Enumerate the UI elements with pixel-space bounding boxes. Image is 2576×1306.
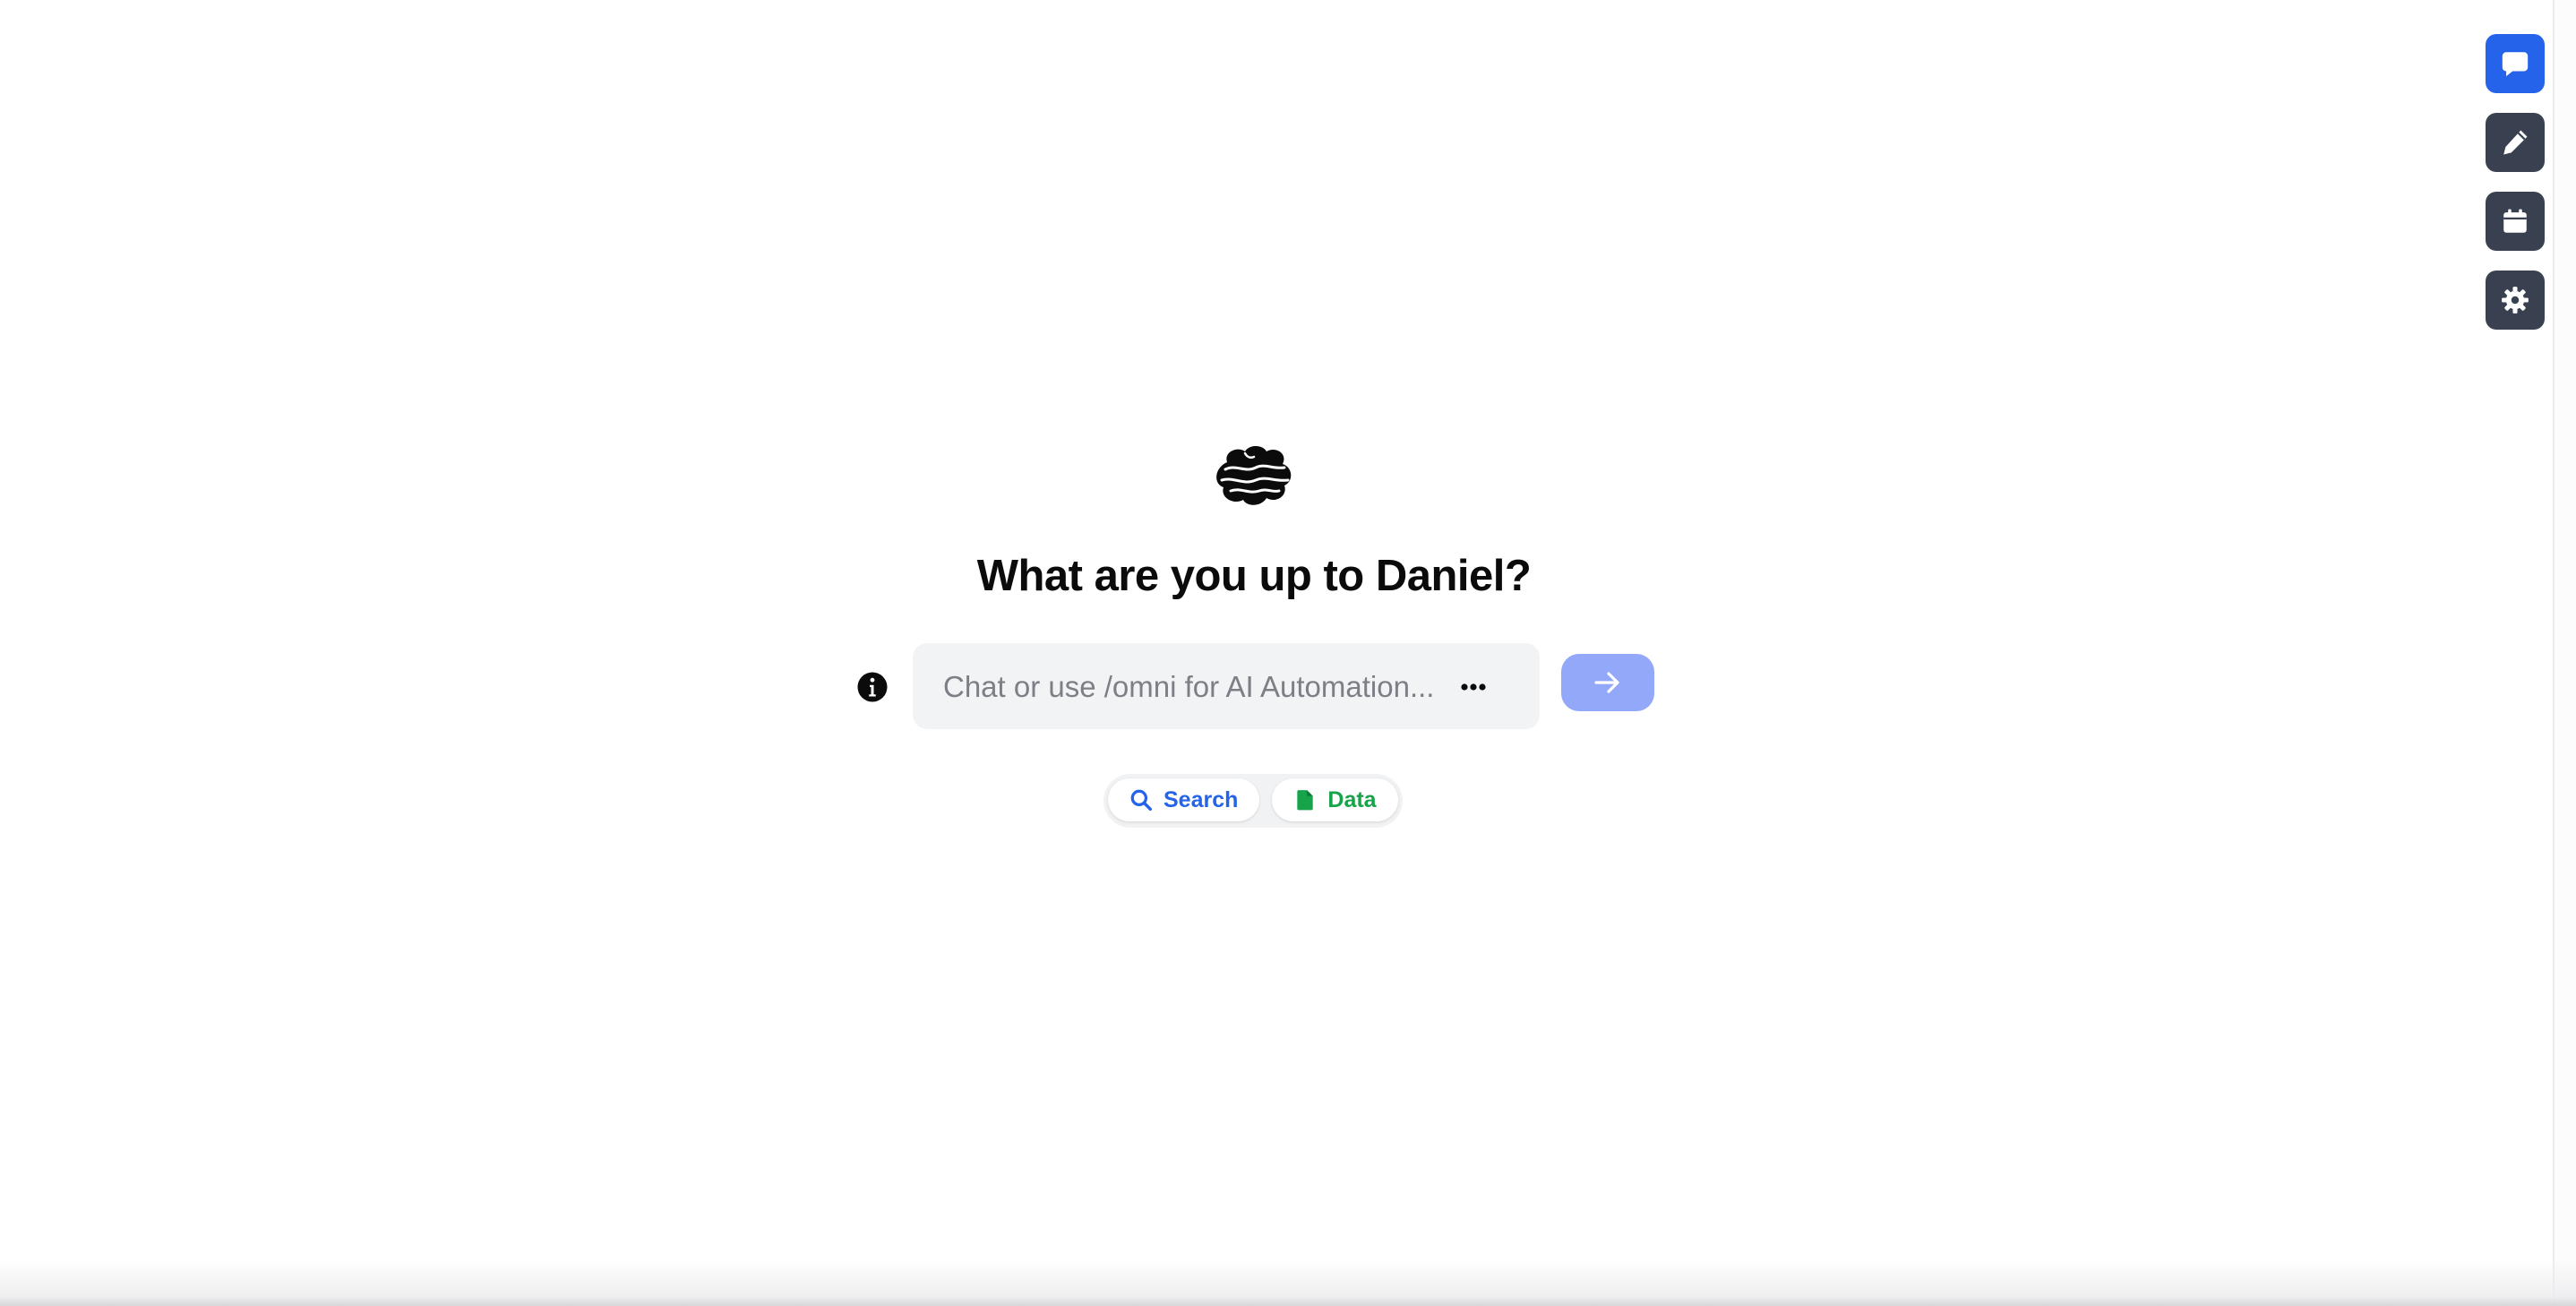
more-options-icon[interactable]	[1450, 674, 1497, 700]
data-chip[interactable]: Data	[1272, 778, 1398, 821]
file-icon	[1297, 790, 1314, 811]
logo	[1211, 442, 1297, 515]
settings-button[interactable]	[2486, 271, 2545, 330]
send-button[interactable]	[1561, 654, 1654, 711]
search-icon	[1130, 789, 1153, 812]
hero: What are you up to Daniel?	[0, 442, 2508, 601]
chat-bubble-icon	[2502, 52, 2529, 77]
window-edge	[2553, 0, 2576, 1306]
chat-input[interactable]	[941, 665, 1464, 709]
brain-icon	[1216, 446, 1292, 505]
chat-box	[913, 643, 1540, 729]
data-chip-label: Data	[1327, 786, 1377, 812]
calendar-icon	[2503, 209, 2527, 233]
gear-icon	[2502, 287, 2529, 314]
window-bottom-edge	[0, 1259, 2576, 1306]
calendar-button[interactable]	[2486, 192, 2545, 251]
info-icon[interactable]	[856, 671, 889, 703]
quick-actions: Search Data	[1103, 774, 1403, 828]
search-chip-label: Search	[1163, 786, 1239, 812]
edit-button[interactable]	[2486, 113, 2545, 172]
arrow-right-icon	[1594, 672, 1619, 693]
pencil-icon	[2503, 130, 2528, 155]
app-page: What are you up to Daniel? Chat or use /…	[0, 0, 2576, 1306]
chat-button[interactable]	[2486, 34, 2545, 93]
search-chip[interactable]: Search	[1108, 778, 1260, 821]
right-sidebar	[2486, 34, 2545, 349]
chat-row	[856, 643, 1662, 729]
page-title: What are you up to Daniel?	[976, 552, 1532, 600]
